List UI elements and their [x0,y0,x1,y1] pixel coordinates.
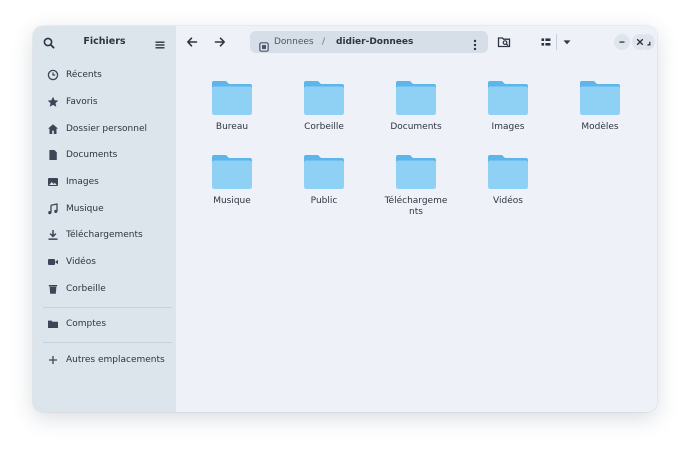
folder-icon [212,81,252,115]
forward-button[interactable] [212,34,228,50]
folder-item[interactable]: Musique [190,154,274,207]
drive-icon [259,37,269,52]
path-bar: Donnees / didier-Donnees [250,31,488,53]
image-icon [47,176,59,188]
search-location-button[interactable] [496,34,512,50]
folder-name: Public [310,196,338,206]
folder-item[interactable]: Documents [374,80,458,133]
minimize-button[interactable] [614,34,630,50]
close-icon [636,38,644,46]
folder-item[interactable]: Vidéos [466,154,550,207]
sidebar-separator [43,307,172,308]
other-locations-list: Autres emplacements [39,347,172,374]
arrow-left-icon [187,37,198,47]
star-icon [47,96,59,108]
folder-name: Vidéos [493,196,523,206]
view-options-dropdown[interactable] [559,34,575,50]
folder-item[interactable]: Modèles [558,80,642,133]
hamburger-menu-icon[interactable] [154,36,166,49]
folder-icon [304,81,344,115]
video-icon [47,256,59,268]
home-icon [47,123,59,135]
sidebar-item-label: Téléchargements [66,230,143,241]
folder-icon [488,81,528,115]
folder-name: Bureau [215,122,249,132]
folder-name: Documents [390,122,442,132]
places-list: Récents Favoris Dossier personnel Docume… [39,62,172,302]
plus-icon [47,354,59,366]
bookmarks-list: Comptes [39,311,172,338]
sidebar-item-label: Corbeille [66,283,106,294]
sidebar-item-label: Favoris [66,97,98,108]
folder-name: Modèles [581,122,619,132]
folder-icon [580,81,620,115]
sidebar-item-trash[interactable]: Corbeille [39,276,172,303]
folder-name: Musique [213,196,251,206]
minimize-icon [619,41,625,43]
sidebar-item-home[interactable]: Dossier personnel [39,115,172,142]
sidebar-item-videos[interactable]: Vidéos [39,249,172,276]
folder-icon [304,155,344,189]
list-view-icon [541,38,551,46]
document-icon [47,149,59,161]
sidebar-item-music[interactable]: Musique [39,195,172,222]
sidebar-item-label: Images [66,177,99,188]
arrow-right-icon [214,37,225,47]
sidebar-item-label: Dossier personnel [66,123,148,134]
back-button[interactable] [184,34,200,50]
sidebar-item-label: Documents [66,150,118,161]
sidebar-item-label: Musique [66,203,104,214]
path-segment-current[interactable]: didier-Donnees [336,37,413,47]
music-icon [47,202,59,215]
folder-icon [396,155,436,189]
sidebar-item-label: Récents [66,70,102,81]
path-separator: / [322,37,326,47]
folder-name: Téléchargements [384,196,448,217]
folder-icon [488,155,528,189]
sidebar-item-other-locations[interactable]: Autres emplacements [39,347,172,374]
folder-name: Images [491,122,525,132]
download-icon [47,229,59,241]
folder-name: Corbeille [304,122,344,132]
view-mode-button[interactable] [538,34,554,50]
folder-item[interactable]: Corbeille [282,80,366,133]
sidebar-item-label: Vidéos [66,257,96,268]
folder-item[interactable]: Bureau [190,80,274,133]
sidebar: Fichiers Récents Favoris Dossier personn… [33,26,176,412]
folder-item[interactable]: Images [466,80,550,133]
sidebar-item-label: Autres emplacements [66,355,165,366]
sidebar-header: Fichiers [33,26,176,58]
sidebar-item-recents[interactable]: Récents [39,62,172,89]
folder-search-icon [497,37,511,48]
close-button[interactable] [632,34,648,50]
folder-item[interactable]: Téléchargements [374,154,458,218]
header-bar: Donnees / didier-Donnees [176,26,657,58]
sidebar-separator [43,342,172,343]
sidebar-item-documents[interactable]: Documents [39,142,172,169]
sidebar-item-images[interactable]: Images [39,169,172,196]
folder-icon [396,81,436,115]
kebab-menu-icon[interactable] [472,36,478,51]
path-segment-parent[interactable]: Donnees [274,37,314,47]
trash-icon [47,283,59,295]
toolbar-separator [556,34,557,50]
folder-item[interactable]: Public [282,154,366,207]
sidebar-item-comptes[interactable]: Comptes [39,311,172,338]
sidebar-item-label: Comptes [66,319,107,330]
chevron-down-icon [563,40,571,45]
sidebar-item-downloads[interactable]: Téléchargements [39,222,172,249]
clock-icon [47,69,59,81]
sidebar-item-favorites[interactable]: Favoris [39,89,172,116]
folder-icon [47,318,59,330]
folder-icon [212,155,252,189]
